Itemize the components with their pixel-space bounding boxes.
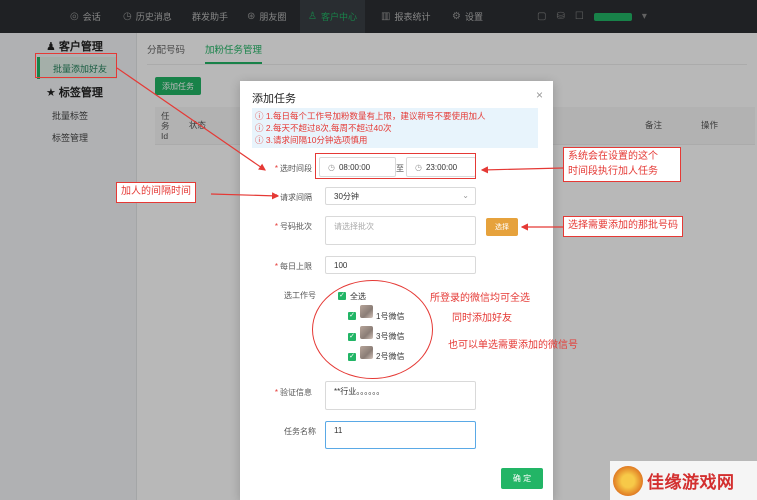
select-batch-button[interactable]: 选择 (486, 218, 518, 236)
annotation-interval: 加人的间隔时间 (116, 182, 196, 203)
interval-select[interactable]: 30分钟 ⌄ (325, 187, 476, 205)
info-icon: ⓘ (255, 111, 266, 121)
close-icon[interactable]: × (536, 88, 543, 102)
annotation-batch: 选择需要添加的那批号码 (563, 216, 683, 237)
highlight-sidebar-item (35, 53, 117, 78)
notice-box: ⓘ 1.每日每个工作号加粉数量有上限，建议新号不要使用加人 ⓘ 2.每天不超过8… (252, 108, 538, 148)
batch-label: * 号码批次 (274, 222, 312, 231)
notice-line: ⓘ 1.每日每个工作号加粉数量有上限，建议新号不要使用加人 (255, 111, 486, 121)
chevron-down-icon: ⌄ (462, 191, 469, 200)
task-name-textarea[interactable]: 11 (325, 421, 476, 449)
watermark-logo-icon (613, 465, 643, 496)
info-icon: ⓘ (255, 123, 266, 133)
highlight-time-range (315, 153, 476, 179)
annotation-workers-3: 也可以单选需要添加的微信号 (448, 340, 578, 351)
batch-textarea[interactable]: 请选择批次 (325, 216, 476, 245)
time-range-label: * 选时间段 (274, 164, 312, 173)
highlight-workers (312, 280, 433, 379)
confirm-button[interactable]: 确 定 (501, 468, 543, 489)
watermark-text: 佳缘游戏网 (647, 473, 735, 492)
annotation-time-range: 系统会在设置的这个 时间段执行加人任务 (563, 147, 681, 182)
info-icon: ⓘ (255, 135, 266, 145)
annotation-workers-2: 同时添加好友 (452, 313, 512, 324)
verify-label: * 验证信息 (274, 388, 312, 397)
verify-textarea[interactable]: **行业。。。。。。 (325, 381, 476, 410)
annotation-workers-1: 所登录的微信均可全选 (430, 293, 530, 304)
task-name-label: 任务名称 (284, 427, 316, 436)
worker-label: 选工作号 (284, 291, 316, 300)
daily-limit-input[interactable]: 100 (325, 256, 476, 274)
daily-limit-label: * 每日上限 (274, 262, 312, 271)
interval-label: * 请求间隔 (274, 193, 312, 202)
watermark: 佳缘游戏网 (610, 461, 757, 500)
modal-title: 添加任务 (252, 93, 296, 105)
notice-line: ⓘ 3.请求间隔10分钟选项慎用 (255, 135, 368, 145)
notice-line: ⓘ 2.每天不超过8次,每周不超过40次 (255, 123, 392, 133)
